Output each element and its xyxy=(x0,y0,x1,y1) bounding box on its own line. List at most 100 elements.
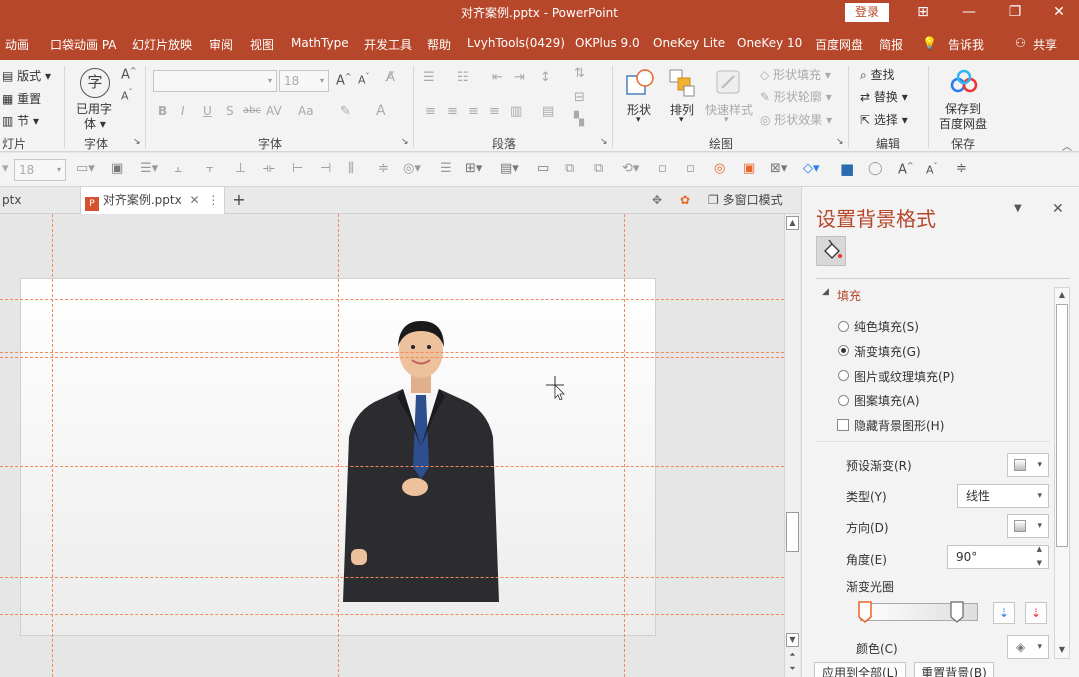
tab-view[interactable]: 视图 xyxy=(250,36,274,53)
prev-slide-icon[interactable]: ⏶ xyxy=(786,650,799,662)
pane-close-icon[interactable]: ✕ xyxy=(1052,201,1064,217)
qat-group-icon[interactable]: ⧉ xyxy=(565,161,574,176)
section-button[interactable]: ▥ 节 ▾ xyxy=(2,112,39,129)
login-button[interactable]: 登录 xyxy=(845,3,889,22)
businessman-image[interactable] xyxy=(341,317,501,602)
qat-bullets-icon[interactable]: ☰▾ xyxy=(140,161,158,176)
bullets-icon[interactable]: ☰ xyxy=(423,70,435,85)
tab-developer[interactable]: 开发工具 xyxy=(364,36,412,53)
save-to-line2[interactable]: 百度网盘 xyxy=(939,115,987,132)
qat-target-icon[interactable]: ◎ xyxy=(714,161,725,176)
dialog-launcher-icon[interactable]: ↘ xyxy=(133,137,141,147)
fill-category-icon[interactable] xyxy=(816,236,846,266)
qat-shapes-icon[interactable]: ◎▾ xyxy=(403,161,421,176)
guide-line-horizontal[interactable] xyxy=(0,466,784,467)
shape-outline-button[interactable]: ✎ 形状轮廓 ▾ xyxy=(760,88,832,105)
tab-onekey-lite[interactable]: OneKey Lite xyxy=(653,36,725,50)
picture-fill-label[interactable]: 图片或纹理填充(P) xyxy=(854,368,955,385)
scroll-down-arrow[interactable]: ▼ xyxy=(786,633,799,647)
arrange-dropdown-icon[interactable]: ▾ xyxy=(679,115,684,125)
align-right-icon[interactable]: ≡ xyxy=(468,104,479,119)
qat-align-top-icon[interactable]: ⫟ xyxy=(206,161,214,176)
apply-to-all-button[interactable]: 应用到全部(L) xyxy=(814,662,906,677)
solid-fill-label[interactable]: 纯色填充(S) xyxy=(854,318,919,335)
tab-briefing[interactable]: 简报 xyxy=(879,36,903,53)
remove-stop-button[interactable]: ⇣ xyxy=(1025,602,1047,624)
hide-background-checkbox[interactable] xyxy=(837,419,849,431)
reset-button[interactable]: ▦ 重置 xyxy=(2,90,41,107)
document-tab-previous[interactable]: ptx xyxy=(0,187,80,214)
guide-line-horizontal[interactable] xyxy=(0,577,784,578)
guide-line-horizontal[interactable] xyxy=(0,352,784,353)
fill-section-header[interactable]: 填充 xyxy=(837,287,861,304)
scroll-up-arrow[interactable]: ▲ xyxy=(786,216,799,230)
tab-more-icon[interactable]: ⋮ xyxy=(207,193,219,207)
gradient-stop-handle-1[interactable] xyxy=(858,601,872,623)
tab-review[interactable]: 审阅 xyxy=(209,36,233,53)
qat-grow-font-icon[interactable]: A^ xyxy=(898,161,914,177)
pane-scroll-up-arrow[interactable]: ▲ xyxy=(1055,288,1069,302)
pin-icon[interactable]: ✥ xyxy=(652,187,670,214)
quick-styles-dropdown-icon[interactable]: ▾ xyxy=(724,115,729,125)
add-stop-button[interactable]: ⇣ xyxy=(993,602,1015,624)
tab-help[interactable]: 帮助 xyxy=(427,36,451,53)
dialog-launcher-icon[interactable]: ↘ xyxy=(836,137,844,147)
qat-layout-icon[interactable]: ▤▾ xyxy=(500,161,519,176)
shrink-font-icon[interactable]: Aˇ xyxy=(121,88,133,103)
qat-lines-icon[interactable]: ☰ xyxy=(440,161,452,176)
tab-slideshow[interactable]: 幻灯片放映 xyxy=(132,36,192,53)
gradient-type-dropdown[interactable]: 线性 ▾ xyxy=(957,484,1049,508)
multi-window-button[interactable]: ❐ 多窗口模式 xyxy=(708,187,796,214)
guide-line-vertical[interactable] xyxy=(624,214,625,677)
qat-crop-icon[interactable]: ⊠▾ xyxy=(770,161,787,176)
qat-frame-icon[interactable]: ▣ xyxy=(743,161,755,176)
decrease-font-icon[interactable]: Aˇ xyxy=(358,72,370,87)
align-center-icon[interactable]: ≡ xyxy=(447,104,458,119)
guide-line-vertical[interactable] xyxy=(52,214,53,677)
new-tab-button[interactable]: + xyxy=(229,187,249,214)
guide-line-vertical[interactable] xyxy=(338,214,339,677)
char-spacing-button[interactable]: AV xyxy=(266,104,282,118)
align-left-icon[interactable]: ≡ xyxy=(425,104,436,119)
underline-button[interactable]: U xyxy=(203,104,212,118)
arrange-icon[interactable] xyxy=(668,68,698,98)
shapes-icon[interactable] xyxy=(625,68,655,98)
direction-dropdown[interactable]: ▾ xyxy=(1007,514,1049,538)
solid-fill-radio[interactable] xyxy=(838,321,849,332)
angle-input[interactable]: 90° ▲ ▼ xyxy=(947,545,1049,569)
line-spacing-icon[interactable]: ↕ xyxy=(540,70,551,85)
pane-options-icon[interactable]: ▼ xyxy=(1014,203,1022,214)
qat-align-left-icon[interactable]: ⊢ xyxy=(292,161,303,176)
qat-textbox-icon[interactable]: ▭ xyxy=(537,161,549,176)
qat-diamond-icon[interactable]: ◇▾ xyxy=(803,161,820,176)
pattern-fill-radio[interactable] xyxy=(838,395,849,406)
shape-effects-button[interactable]: ◎ 形状效果 ▾ xyxy=(760,111,832,128)
collapse-ribbon-icon[interactable]: ︿ xyxy=(1062,138,1072,153)
pattern-fill-label[interactable]: 图案填充(A) xyxy=(854,392,920,409)
qat-distribute-h-icon[interactable]: ⫼ xyxy=(348,161,354,176)
qat-align-right-icon[interactable]: ⊣ xyxy=(320,161,331,176)
qat-screenshot-icon[interactable]: ▣ xyxy=(111,161,123,176)
font-name-combo[interactable]: ▾ xyxy=(153,70,277,92)
baidu-cloud-icon[interactable] xyxy=(949,68,979,98)
tell-me[interactable]: 告诉我 xyxy=(948,36,984,53)
next-slide-icon[interactable]: ⏷ xyxy=(786,664,799,676)
qat-rotate-icon[interactable]: ⟲▾ xyxy=(622,161,639,176)
qat-distribute-v-icon[interactable]: ≑ xyxy=(378,161,389,176)
strikethrough-button[interactable]: abc xyxy=(243,105,261,116)
tab-okplus[interactable]: OKPlus 9.0 xyxy=(575,36,640,50)
qat-align-middle-icon[interactable]: ⟛ xyxy=(263,161,275,176)
decrease-indent-icon[interactable]: ⇤ xyxy=(492,70,503,85)
close-button[interactable]: ✕ xyxy=(1036,0,1079,26)
tab-pocket-animation[interactable]: 口袋动画 PA xyxy=(50,36,117,53)
qat-front-icon[interactable]: ▫ xyxy=(658,161,667,176)
qat-align-bottom-icon[interactable]: ⫠ xyxy=(174,161,182,176)
tab-mathtype[interactable]: MathType xyxy=(291,36,349,50)
qat-back-icon[interactable]: ▫ xyxy=(686,161,695,176)
font-size-combo[interactable]: 18 ▾ xyxy=(279,70,329,92)
font-color-button[interactable]: A xyxy=(376,103,386,119)
qat-table-icon[interactable]: ⊞▾ xyxy=(465,161,482,176)
align-text-icon[interactable]: ⊟ xyxy=(574,90,585,105)
highlight-icon[interactable]: ✎ xyxy=(340,104,351,119)
ribbon-display-icon[interactable]: ⊞ xyxy=(900,0,946,26)
